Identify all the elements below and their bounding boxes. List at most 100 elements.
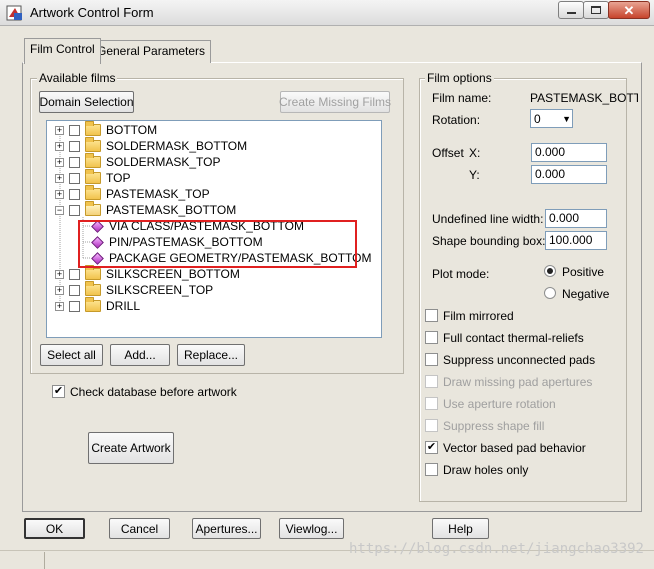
film-options-legend: Film options	[425, 71, 494, 85]
tree-node-label: SOLDERMASK_BOTTOM	[106, 139, 248, 153]
tree-node-soldermask-top[interactable]: + SOLDERMASK_TOP	[55, 153, 221, 170]
expand-icon[interactable]: +	[55, 189, 64, 199]
shape-bounding-box-input[interactable]: 100.000	[545, 231, 607, 250]
rotation-value: 0	[534, 111, 541, 126]
chevron-down-icon: ▼	[562, 113, 571, 124]
radio-dot-icon	[547, 268, 553, 274]
status-divider	[44, 552, 45, 569]
minimize-button[interactable]	[558, 1, 584, 19]
full-contact-thermal-reliefs-checkbox[interactable]	[425, 331, 438, 344]
app-icon	[6, 5, 22, 21]
film-mirrored-checkbox[interactable]	[425, 309, 438, 322]
undefined-line-width-input[interactable]: 0.000	[545, 209, 607, 228]
expand-icon[interactable]: +	[55, 301, 64, 311]
rotation-label: Rotation:	[432, 113, 481, 127]
suppress-unconnected-pads-label: Suppress unconnected pads	[443, 353, 596, 367]
check-database-label: Check database before artwork	[70, 385, 237, 399]
rotation-select[interactable]: 0 ▼	[530, 109, 573, 128]
draw-holes-only-checkbox[interactable]	[425, 463, 438, 476]
offset-y-input[interactable]: 0.000	[531, 165, 607, 184]
collapse-icon[interactable]: −	[55, 205, 64, 215]
film-checkbox[interactable]	[69, 140, 80, 152]
viewlog-button[interactable]: Viewlog...	[279, 518, 344, 539]
cancel-button[interactable]: Cancel	[109, 518, 170, 539]
tab-film-control[interactable]: Film Control	[24, 38, 101, 64]
plot-mode-negative-label: Negative	[562, 287, 610, 301]
maximize-icon	[591, 6, 601, 14]
film-checkbox[interactable]	[69, 268, 80, 280]
folder-icon	[85, 281, 101, 296]
expand-icon[interactable]: +	[55, 157, 64, 167]
folder-icon	[85, 297, 101, 312]
tree-node-top[interactable]: + TOP	[55, 169, 131, 186]
available-films-legend: Available films	[37, 71, 118, 85]
draw-holes-only-label: Draw holes only	[443, 463, 529, 477]
offset-x-label: X:	[469, 146, 481, 160]
offset-label: Offset	[432, 146, 464, 160]
close-button[interactable]: ✕	[608, 1, 650, 19]
draw-missing-pad-apertures-checkbox[interactable]	[425, 375, 438, 388]
film-checkbox[interactable]	[69, 124, 80, 136]
suppress-shape-fill-label: Suppress shape fill	[443, 419, 545, 433]
domain-selection-button[interactable]: Domain Selection	[39, 91, 134, 113]
tree-node-label: DRILL	[106, 299, 141, 313]
maximize-button[interactable]	[583, 1, 609, 19]
tree-node-silkscreen-bottom[interactable]: + SILKSCREEN_BOTTOM	[55, 265, 240, 282]
film-name-value: PASTEMASK_BOTTO	[530, 91, 638, 105]
add-button[interactable]: Add...	[110, 344, 170, 366]
tree-node-drill[interactable]: + DRILL	[55, 297, 141, 314]
check-database-checkbox[interactable]: ✔	[52, 385, 65, 398]
checkmark-icon: ✔	[426, 441, 437, 453]
folder-icon	[85, 169, 101, 184]
plot-mode-label: Plot mode:	[432, 267, 490, 281]
create-artwork-button[interactable]: Create Artwork	[88, 432, 174, 464]
create-missing-films-button[interactable]: Create Missing Films	[279, 91, 391, 113]
help-button[interactable]: Help	[432, 518, 489, 539]
film-checkbox[interactable]	[69, 156, 80, 168]
plot-mode-negative-radio[interactable]	[544, 287, 556, 299]
film-checkbox[interactable]	[69, 204, 80, 216]
offset-y-label: Y:	[469, 168, 480, 182]
tree-node-label: SOLDERMASK_TOP	[106, 155, 221, 169]
apertures-button[interactable]: Apertures...	[192, 518, 261, 539]
draw-missing-pad-apertures-label: Draw missing pad apertures	[443, 375, 593, 389]
expand-icon[interactable]: +	[55, 285, 64, 295]
tree-node-silkscreen-top[interactable]: + SILKSCREEN_TOP	[55, 281, 213, 298]
vector-based-pad-behavior-checkbox[interactable]: ✔	[425, 441, 438, 454]
watermark-text: https://blog.csdn.net/jiangchao3392	[348, 541, 644, 557]
tree-node-label: TOP	[106, 171, 131, 185]
use-aperture-rotation-label: Use aperture rotation	[443, 397, 556, 411]
expand-icon[interactable]: +	[55, 125, 64, 135]
tree-node-label: BOTTOM	[106, 123, 158, 137]
select-all-button[interactable]: Select all	[40, 344, 103, 366]
tab-general-parameters[interactable]: General Parameters	[91, 40, 212, 63]
minimize-icon	[566, 12, 576, 14]
tree-node-bottom[interactable]: + BOTTOM	[55, 121, 158, 138]
ok-button[interactable]: OK	[24, 518, 85, 539]
folder-icon	[85, 265, 101, 280]
folder-icon	[85, 121, 101, 136]
undefined-line-width-label: Undefined line width:	[432, 212, 544, 226]
offset-x-input[interactable]: 0.000	[531, 143, 607, 162]
suppress-unconnected-pads-checkbox[interactable]	[425, 353, 438, 366]
replace-button[interactable]: Replace...	[177, 344, 245, 366]
film-checkbox[interactable]	[69, 300, 80, 312]
folder-icon	[85, 153, 101, 168]
tree-node-pastemask-bottom[interactable]: − PASTEMASK_BOTTOM	[55, 201, 236, 218]
vector-based-pad-behavior-label: Vector based pad behavior	[443, 441, 586, 455]
film-checkbox[interactable]	[69, 172, 80, 184]
folder-icon	[85, 185, 101, 200]
expand-icon[interactable]: +	[55, 141, 64, 151]
film-mirrored-label: Film mirrored	[443, 309, 514, 323]
tree-node-pastemask-top[interactable]: + PASTEMASK_TOP	[55, 185, 210, 202]
expand-icon[interactable]: +	[55, 269, 64, 279]
expand-icon[interactable]: +	[55, 173, 64, 183]
film-checkbox[interactable]	[69, 284, 80, 296]
window-title: Artwork Control Form	[30, 5, 154, 20]
use-aperture-rotation-checkbox[interactable]	[425, 397, 438, 410]
film-checkbox[interactable]	[69, 188, 80, 200]
suppress-shape-fill-checkbox[interactable]	[425, 419, 438, 432]
tree-node-soldermask-bottom[interactable]: + SOLDERMASK_BOTTOM	[55, 137, 248, 154]
full-contact-thermal-reliefs-label: Full contact thermal-reliefs	[443, 331, 584, 345]
plot-mode-positive-radio[interactable]	[544, 265, 556, 277]
